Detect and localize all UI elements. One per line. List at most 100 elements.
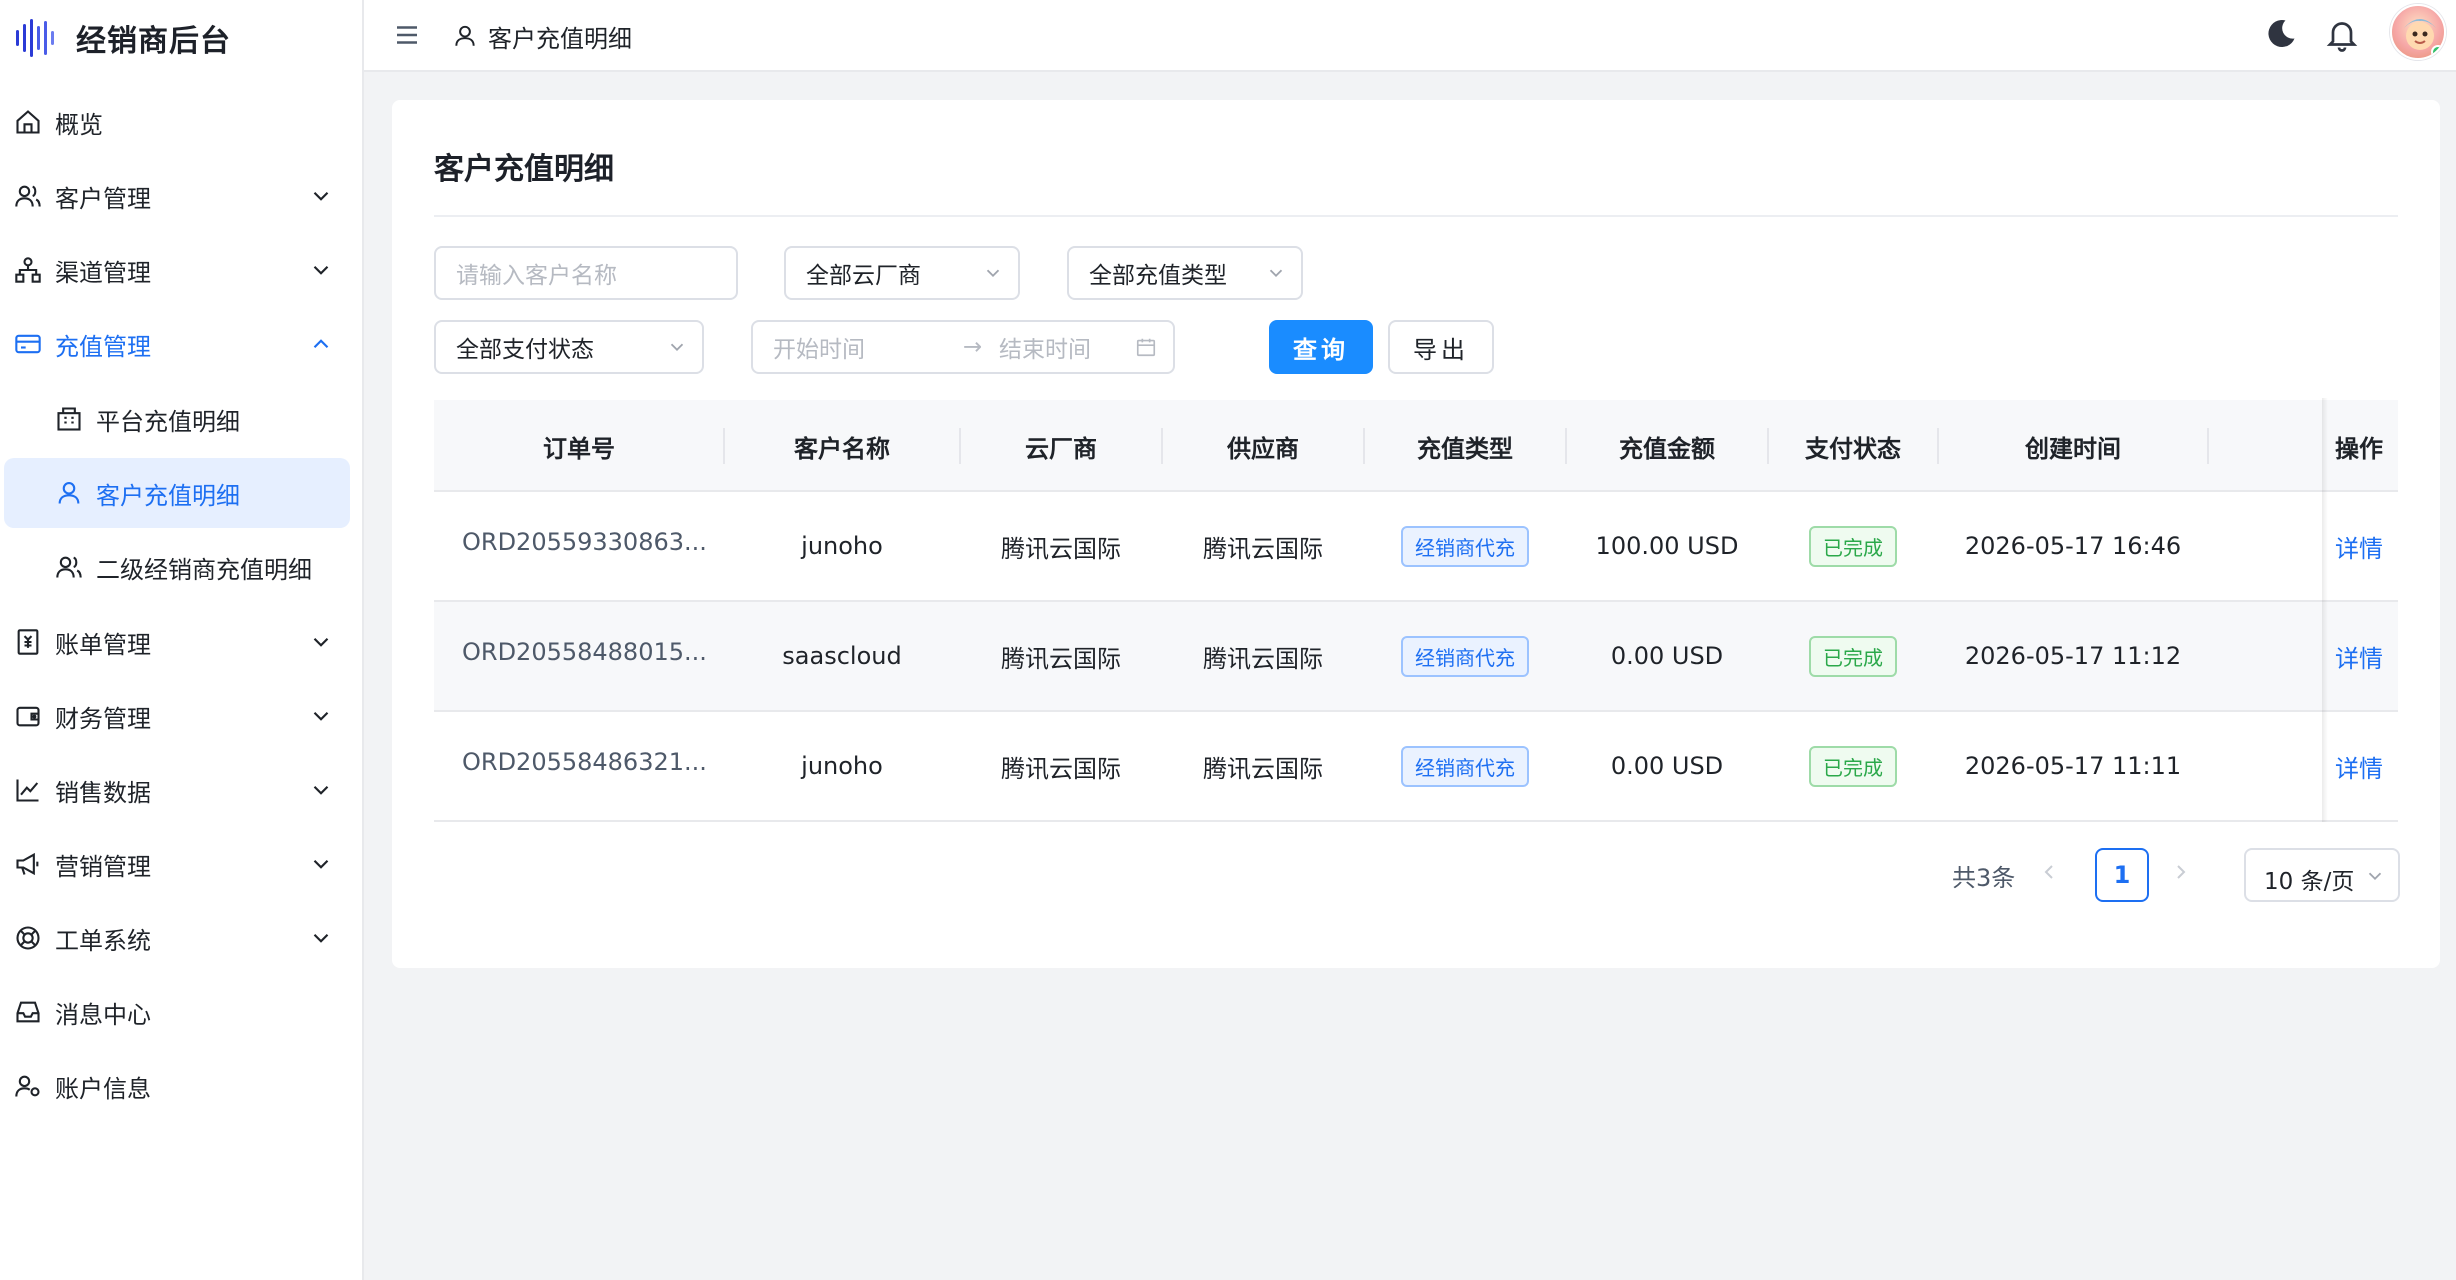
sidebar-item-overview[interactable]: 概览 [0, 85, 364, 159]
export-button[interactable]: 导出 [1388, 320, 1494, 374]
chevron-down-icon [313, 637, 329, 647]
sidebar-item-label: 充值管理 [55, 332, 151, 361]
customer-name-placeholder: 请输入客户名称 [456, 263, 617, 289]
chevron-down-icon [986, 269, 1000, 278]
sidebar-item-bills[interactable]: 账单管理 [0, 605, 364, 679]
chart-line-icon [16, 779, 39, 802]
table-row: ORD20558488015... saascloud 腾讯云国际 腾讯云国际 … [434, 602, 2398, 712]
brand[interactable]: 经销商后台 [14, 8, 231, 68]
sidebar-item-tickets[interactable]: 工单系统 [0, 901, 364, 975]
column-separator [2207, 428, 2209, 464]
sidebar-item-customers[interactable]: 客户管理 [0, 159, 364, 233]
recharge-amount: 0.00 USD [1610, 642, 1724, 670]
end-time-input[interactable]: 结束时间 [999, 330, 1091, 364]
sidebar-item-label: 消息中心 [55, 1000, 151, 1029]
recharge-type-tag: 经销商代充 [1401, 525, 1529, 567]
date-range-picker[interactable]: 开始时间 → 结束时间 [751, 320, 1175, 374]
column-header-customer: 客户名称 [794, 434, 890, 463]
column-header-order: 订单号 [543, 434, 615, 463]
chevron-down-icon [1269, 269, 1283, 278]
sidebar-item-messages[interactable]: 消息中心 [0, 975, 364, 1049]
order-id: ORD20558488015... [462, 638, 707, 666]
page-title: 客户充值明细 [434, 152, 614, 187]
sidebar-item-marketing[interactable]: 营销管理 [0, 827, 364, 901]
supplier: 腾讯云国际 [1203, 754, 1323, 783]
table-row: ORD20559330863... junoho 腾讯云国际 腾讯云国际 经销商… [434, 492, 2398, 602]
sidebar-subitem-subdealer-recharge[interactable]: 二级经销商充值明细 [4, 532, 350, 602]
home-icon [16, 110, 40, 134]
column-header-type: 充值类型 [1417, 434, 1513, 463]
sidebar-subitem-customer-recharge[interactable]: 客户充值明细 [4, 458, 350, 528]
sidebar-item-label: 客户管理 [55, 184, 151, 213]
recharge-type-select[interactable]: 全部充值类型 [1067, 246, 1303, 300]
divider [434, 215, 2398, 217]
logo-icon [16, 19, 54, 57]
page-size-select[interactable]: 10 条/页 [2244, 848, 2400, 902]
pay-status-select[interactable]: 全部支付状态 [434, 320, 704, 374]
content-card: 客户充值明细 请输入客户名称 全部云厂商 全部充值类型 全部支付状态 开始时间 … [392, 100, 2440, 968]
sidebar: 经销商后台 概览 客户管理 渠道管理 充值管理 平台充值明细 客户充值明细 二级… [0, 0, 364, 1280]
user-settings-icon [15, 1075, 40, 1097]
start-time-input[interactable]: 开始时间 [773, 330, 865, 364]
pagination-page-current[interactable]: 1 [2095, 848, 2149, 902]
inbox-icon [16, 1001, 40, 1023]
customer-name: junoho [801, 532, 883, 560]
pay-status-cell: 已完成 [1768, 492, 1938, 600]
supplier: 腾讯云国际 [1203, 534, 1323, 563]
order-id: ORD20558486321... [462, 748, 707, 776]
range-separator: → [963, 334, 983, 360]
user-icon [455, 25, 475, 46]
sidebar-item-label: 账户信息 [55, 1074, 151, 1103]
chevron-down-icon [2368, 872, 2382, 881]
calendar-icon [1136, 338, 1156, 357]
sidebar-item-channels[interactable]: 渠道管理 [0, 233, 364, 307]
action-cell: 详情 [2320, 602, 2398, 710]
status-badge: 已完成 [1809, 525, 1897, 567]
chevron-down-icon [313, 859, 329, 869]
top-header: 客户充值明细 [364, 0, 2456, 72]
created-time: 2026-05-17 11:12 [1964, 642, 2182, 670]
breadcrumb[interactable]: 客户充值明细 [452, 16, 632, 56]
column-header-action: 操作 [2335, 434, 2383, 463]
column-header-supplier: 供应商 [1227, 434, 1299, 463]
moon-icon[interactable] [2263, 16, 2299, 52]
query-button[interactable]: 查询 [1269, 320, 1373, 374]
sidebar-item-account[interactable]: 账户信息 [0, 1049, 364, 1123]
cloud-vendor: 腾讯云国际 [1001, 534, 1121, 563]
pay-status-value: 全部支付状态 [456, 337, 594, 363]
sidebar-item-label: 账单管理 [55, 630, 151, 659]
user-icon [58, 482, 80, 504]
sidebar-subitem-platform-recharge[interactable]: 平台充值明细 [4, 384, 350, 454]
fixed-column-shadow [2322, 398, 2328, 822]
customer-name-input[interactable]: 请输入客户名称 [434, 246, 738, 300]
chevron-right-icon[interactable] [2169, 860, 2193, 884]
sidebar-item-finance[interactable]: 财务管理 [0, 679, 364, 753]
cloud-vendor: 腾讯云国际 [1001, 644, 1121, 673]
bell-icon[interactable] [2324, 16, 2360, 52]
recharge-amount: 100.00 USD [1595, 532, 1739, 560]
recharge-type-cell: 经销商代充 [1364, 712, 1566, 820]
menu-icon[interactable] [392, 20, 422, 50]
cloud-vendor: 腾讯云国际 [1001, 754, 1121, 783]
cloud-vendor-select[interactable]: 全部云厂商 [784, 246, 1020, 300]
recharge-type-cell: 经销商代充 [1364, 492, 1566, 600]
sidebar-item-recharge[interactable]: 充值管理 [0, 307, 364, 381]
detail-link[interactable]: 详情 [2335, 749, 2383, 784]
sidebar-item-sales-data[interactable]: 销售数据 [0, 753, 364, 827]
customer-name: junoho [801, 752, 883, 780]
users-icon [56, 556, 82, 578]
bill-icon [17, 629, 39, 655]
avatar[interactable] [2390, 4, 2446, 60]
table-header: 订单号 客户名称 云厂商 供应商 充值类型 充值金额 支付状态 创建时间 操作 [434, 400, 2398, 492]
pay-status-cell: 已完成 [1768, 712, 1938, 820]
action-cell: 详情 [2320, 492, 2398, 600]
chevron-down-icon [313, 933, 329, 943]
app-title: 经销商后台 [76, 24, 231, 59]
chevron-down-icon [670, 343, 684, 352]
pagination-total: 共3条 [1952, 864, 2016, 892]
detail-link[interactable]: 详情 [2335, 529, 2383, 564]
detail-link[interactable]: 详情 [2335, 639, 2383, 674]
column-header-cloud: 云厂商 [1025, 434, 1097, 463]
chevron-left-icon[interactable] [2037, 860, 2061, 884]
column-header-amount: 充值金额 [1619, 434, 1715, 463]
